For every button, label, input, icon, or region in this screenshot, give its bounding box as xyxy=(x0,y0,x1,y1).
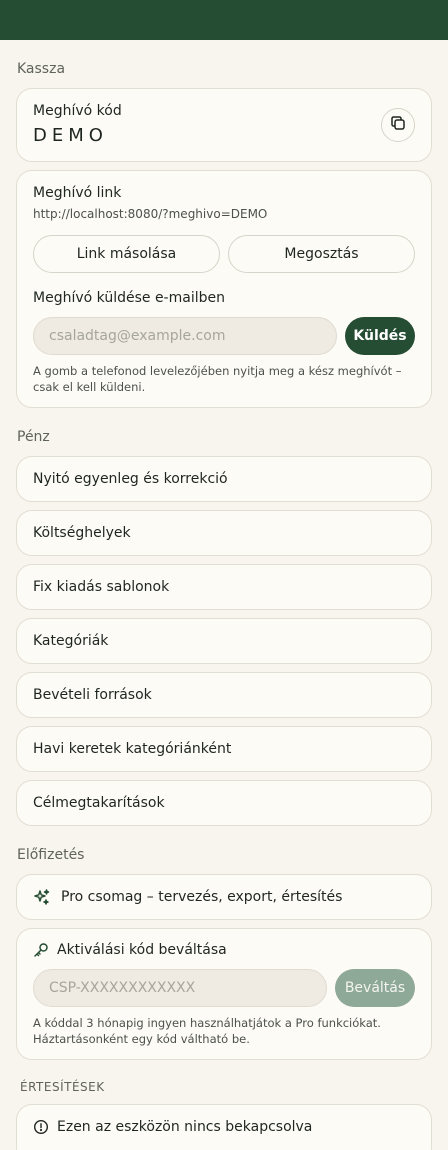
copy-code-button[interactable] xyxy=(381,108,415,142)
activation-code-input[interactable]: CSP-XXXXXXXXXXXX xyxy=(33,969,327,1007)
activation-label: Aktiválási kód beváltása xyxy=(57,942,227,958)
send-button[interactable]: Küldés xyxy=(345,317,415,355)
section-title-ertesitesek: ÉRTESÍTÉSEK xyxy=(20,1080,105,1094)
email-invite-label: Meghívó küldése e-mailben xyxy=(33,290,225,306)
menu-item-income-sources[interactable]: Bevételi források xyxy=(16,672,432,718)
notifications-card: Ezen az eszközön nincs bekapcsolva xyxy=(16,1104,432,1150)
activation-card: Aktiválási kód beváltása CSP-XXXXXXXXXXX… xyxy=(16,928,432,1060)
sparkle-icon xyxy=(33,888,51,906)
activation-help-text: A kóddal 3 hónapig ingyen használhatjáto… xyxy=(33,1016,381,1046)
top-app-bar xyxy=(0,0,448,40)
pro-package-item[interactable]: Pro csomag – tervezés, export, értesítés xyxy=(16,874,432,920)
copy-icon xyxy=(390,115,406,135)
invite-code-value: DEMO xyxy=(33,125,108,146)
menu-item-categories[interactable]: Kategóriák xyxy=(16,618,432,664)
invite-code-label: Meghívó kód xyxy=(33,103,122,119)
info-icon xyxy=(33,1119,49,1135)
key-icon xyxy=(33,942,49,958)
menu-item-monthly-budgets[interactable]: Havi keretek kategóriánként xyxy=(16,726,432,772)
email-help-text: A gomb a telefonod levelezőjében nyitja … xyxy=(33,364,402,394)
section-title-kassza: Kassza xyxy=(17,61,66,77)
invite-link-card: Meghívó link http://localhost:8080/?megh… xyxy=(16,170,432,408)
menu-item-fixed-expense-templates[interactable]: Fix kiadás sablonok xyxy=(16,564,432,610)
copy-link-button[interactable]: Link másolása xyxy=(33,235,220,273)
menu-item-savings-goals[interactable]: Célmegtakarítások xyxy=(16,780,432,826)
section-title-elofizetes: Előfizetés xyxy=(17,847,85,863)
email-input[interactable]: csaladtag@example.com xyxy=(33,317,337,355)
invite-link-url: http://localhost:8080/?meghivo=DEMO xyxy=(33,207,268,221)
notification-status: Ezen az eszközön nincs bekapcsolva xyxy=(57,1119,313,1135)
invite-code-card: Meghívó kód DEMO xyxy=(16,88,432,162)
section-title-penz: Pénz xyxy=(17,429,50,445)
menu-item-opening-balance[interactable]: Nyitó egyenleg és korrekció xyxy=(16,456,432,502)
pro-package-label: Pro csomag – tervezés, export, értesítés xyxy=(61,889,343,905)
invite-link-label: Meghívó link xyxy=(33,185,122,201)
menu-item-cost-centers[interactable]: Költséghelyek xyxy=(16,510,432,556)
redeem-button[interactable]: Beváltás xyxy=(335,969,415,1007)
share-button[interactable]: Megosztás xyxy=(228,235,415,273)
